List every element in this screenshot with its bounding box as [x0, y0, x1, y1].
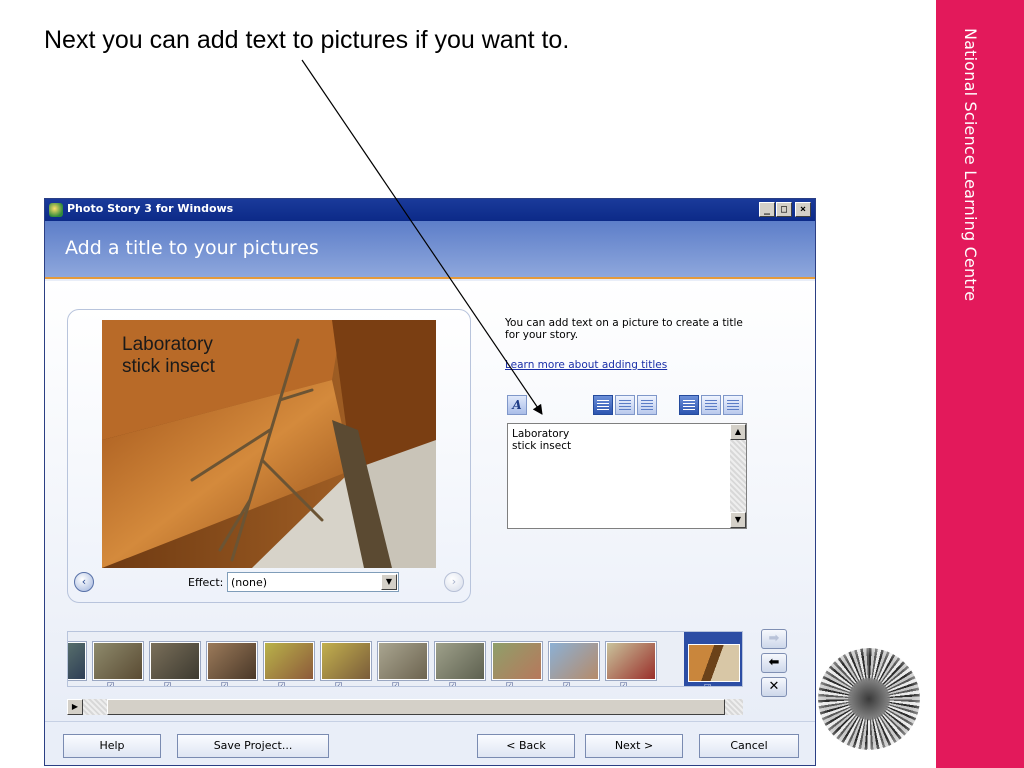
scroll-down-icon[interactable]: ▼	[730, 512, 746, 528]
thumbnail[interactable]	[207, 642, 257, 680]
cancel-button[interactable]: Cancel	[699, 734, 799, 758]
edit-icon[interactable]: ☑	[221, 682, 231, 687]
text-scrollbar[interactable]: ▲ ▼	[730, 424, 746, 528]
thumbnail[interactable]	[264, 642, 314, 680]
edit-icon[interactable]: ☑	[704, 684, 714, 687]
app-icon	[49, 203, 63, 217]
page-title: Add a title to your pictures	[65, 237, 319, 259]
thumbnail-selected[interactable]: ☑	[684, 632, 742, 687]
wizard-header: Add a title to your pictures	[45, 221, 815, 279]
brand-bar: National Science Learning Centre	[936, 0, 1024, 768]
previous-picture-button[interactable]: ‹	[74, 572, 94, 592]
edit-icon[interactable]: ☑	[107, 682, 117, 687]
edit-icon[interactable]: ☑	[392, 682, 402, 687]
back-button[interactable]: < Back	[477, 734, 575, 758]
edit-icon[interactable]: ☑	[278, 682, 288, 687]
move-left-button[interactable]: ⬅	[761, 653, 787, 673]
align-right-button[interactable]	[637, 395, 657, 415]
thumbnail[interactable]	[378, 642, 428, 680]
thumbnail[interactable]	[435, 642, 485, 680]
next-button[interactable]: Next >	[585, 734, 683, 758]
photo-story-window: Photo Story 3 for Windows _ □ × Add a ti…	[44, 198, 816, 766]
thumbnail[interactable]	[150, 642, 200, 680]
title-text-value: Laboratory stick insect	[512, 428, 572, 452]
position-bottom-icon	[727, 400, 739, 410]
save-project-button[interactable]: Save Project...	[177, 734, 329, 758]
effect-label: Effect:	[188, 576, 224, 589]
scroll-up-icon[interactable]: ▲	[730, 424, 746, 440]
effect-select[interactable]: (none) ▼	[227, 572, 399, 592]
chevron-down-icon[interactable]: ▼	[381, 574, 397, 590]
thumbnail-image	[688, 644, 740, 682]
window-titlebar[interactable]: Photo Story 3 for Windows _ □ ×	[45, 199, 815, 221]
thumbnail[interactable]	[68, 642, 86, 680]
position-middle-icon	[705, 400, 717, 410]
brand-text: National Science Learning Centre	[961, 28, 980, 302]
slide-caption: Next you can add text to pictures if you…	[44, 26, 570, 54]
thumbnail[interactable]	[93, 642, 143, 680]
picture-preview[interactable]: Laboratory stick insect	[102, 320, 436, 568]
title-text-input[interactable]: Laboratory stick insect ▲ ▼	[507, 423, 747, 529]
minimize-button[interactable]: _	[759, 202, 775, 217]
effect-value: (none)	[231, 576, 268, 589]
align-center-icon	[619, 400, 631, 410]
align-right-icon	[641, 400, 653, 410]
position-top-icon	[683, 400, 695, 410]
picture-title-overlay: Laboratory stick insect	[122, 334, 215, 377]
wizard-footer: Help Save Project... < Back Next > Cance…	[45, 721, 815, 765]
thumbnail[interactable]	[606, 642, 656, 680]
edit-icon[interactable]: ☑	[164, 682, 174, 687]
instructions-text: You can add text on a picture to create …	[505, 317, 743, 341]
thumbnail[interactable]	[492, 642, 542, 680]
logo-sphere-core	[848, 678, 890, 720]
filmstrip-scrollbar[interactable]: ◀ ▶	[67, 699, 743, 715]
maximize-button[interactable]: □	[776, 202, 792, 217]
filmstrip: ☑☑☑☑☑☑☑☑☑☑☑ ☑	[67, 631, 743, 687]
edit-icon[interactable]: ☑	[563, 682, 573, 687]
remove-picture-button[interactable]: ✕	[761, 677, 787, 697]
scrollbar-thumb[interactable]	[107, 699, 725, 715]
thumbnail[interactable]	[321, 642, 371, 680]
position-top-button[interactable]	[679, 395, 699, 415]
scroll-right-icon[interactable]: ▶	[67, 699, 83, 715]
next-picture-button[interactable]: ›	[444, 572, 464, 592]
position-middle-button[interactable]	[701, 395, 721, 415]
move-right-button[interactable]: ➡	[761, 629, 787, 649]
help-button[interactable]: Help	[63, 734, 161, 758]
edit-icon[interactable]: ☑	[449, 682, 459, 687]
preview-panel: Laboratory stick insect ‹ Effect: (none)…	[67, 309, 471, 603]
align-left-button[interactable]	[593, 395, 613, 415]
window-title: Photo Story 3 for Windows	[67, 202, 234, 215]
align-left-icon	[597, 400, 609, 410]
edit-icon[interactable]: ☑	[506, 682, 516, 687]
align-center-button[interactable]	[615, 395, 635, 415]
learn-more-link[interactable]: Learn more about adding titles	[505, 359, 667, 371]
edit-icon[interactable]: ☑	[335, 682, 345, 687]
edit-icon[interactable]: ☑	[620, 682, 630, 687]
close-button[interactable]: ×	[795, 202, 811, 217]
slide: Next you can add text to pictures if you…	[0, 0, 1024, 768]
thumbnail[interactable]	[549, 642, 599, 680]
position-bottom-button[interactable]	[723, 395, 743, 415]
font-button[interactable]: A	[507, 395, 527, 415]
